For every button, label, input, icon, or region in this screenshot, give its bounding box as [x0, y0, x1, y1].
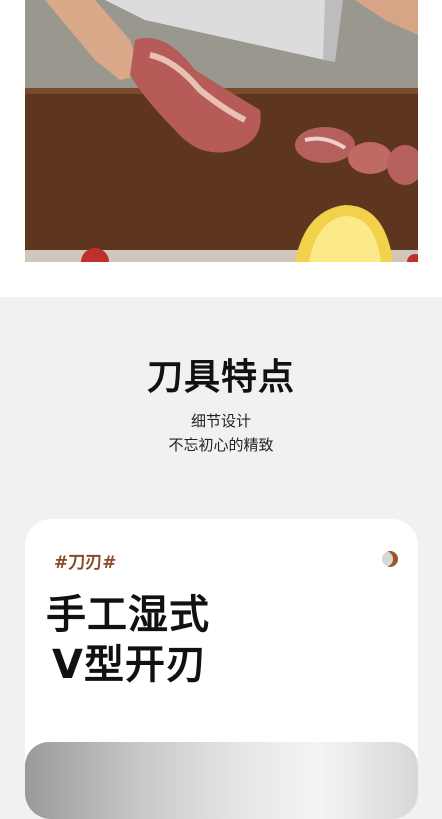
section-title: 刀具特点	[146, 357, 295, 398]
decorative-dot-icon	[382, 551, 398, 567]
feature-title-line2: V型开刃	[52, 642, 207, 688]
feature-title-line1: 手工湿式	[46, 592, 210, 638]
section-subtitle-line2: 不忘初心的精致	[168, 436, 274, 454]
hero-illustration	[25, 0, 418, 262]
feature-tag: #刀刃#	[54, 553, 117, 573]
section-subtitle-line1: 细节设计	[190, 412, 251, 430]
product-hero-photo	[25, 0, 418, 262]
feature-card: #刀刃# 手工湿式 V型开刃	[25, 519, 418, 819]
blade-closeup-photo	[25, 742, 418, 819]
hero-section	[0, 0, 442, 297]
